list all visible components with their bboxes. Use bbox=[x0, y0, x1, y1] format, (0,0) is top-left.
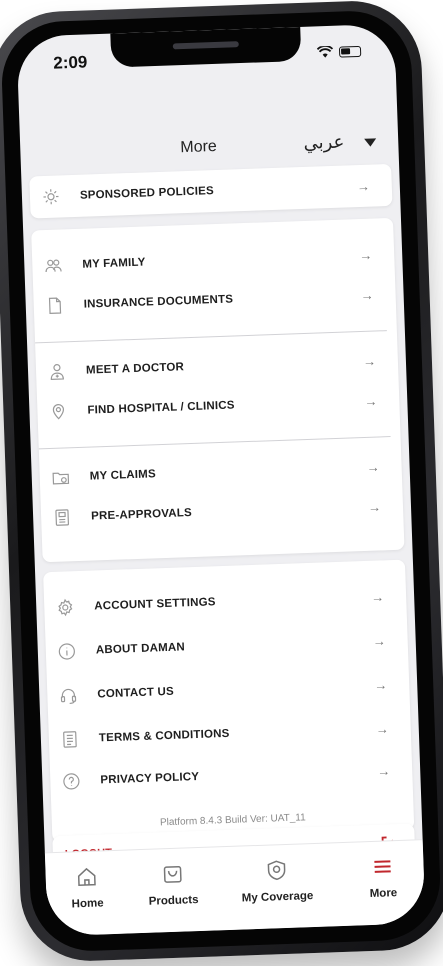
shield-icon bbox=[265, 859, 288, 882]
approval-card-icon bbox=[53, 508, 72, 527]
tab-label: More bbox=[369, 887, 398, 901]
info-icon bbox=[58, 642, 77, 661]
tab-home[interactable]: Home bbox=[41, 864, 133, 913]
app-screen: 2:09 More عربي SPONSORED POLICIES → MY F… bbox=[16, 23, 426, 937]
menu-item-label: FIND HOSPITAL / CLINICS bbox=[87, 399, 235, 417]
menu-item-label: ACCOUNT SETTINGS bbox=[94, 596, 216, 613]
headset-icon bbox=[59, 686, 78, 705]
menu-item-label: MY FAMILY bbox=[82, 256, 146, 271]
hamburger-menu-icon bbox=[371, 855, 394, 878]
menu-item-account-settings[interactable]: ACCOUNT SETTINGS → bbox=[44, 576, 407, 629]
menu-item-sponsored-policies[interactable]: SPONSORED POLICIES → bbox=[29, 165, 392, 218]
page-title: More bbox=[180, 137, 218, 157]
battery-icon bbox=[338, 45, 362, 58]
arrow-right-icon: → bbox=[372, 632, 386, 649]
chevron-down-icon[interactable] bbox=[364, 138, 377, 147]
menu-item-label: PRE-APPROVALS bbox=[90, 507, 193, 523]
status-time: 2:09 bbox=[52, 52, 88, 73]
terms-icon bbox=[61, 730, 80, 749]
gear-icon bbox=[56, 598, 75, 617]
phone-frame: 2:09 More عربي SPONSORED POLICIES → MY F… bbox=[0, 0, 443, 964]
location-pin-icon bbox=[49, 402, 68, 421]
language-toggle[interactable]: عربي bbox=[303, 131, 344, 153]
main-menu-card: MY FAMILY → INSURANCE DOCUMENTS → MEET A… bbox=[31, 217, 405, 563]
question-icon bbox=[62, 772, 81, 791]
menu-item-label: PRIVACY POLICY bbox=[100, 770, 200, 787]
products-bag-icon bbox=[161, 863, 184, 886]
sponsored-card: SPONSORED POLICIES → bbox=[29, 163, 393, 219]
sun-icon bbox=[42, 187, 61, 206]
home-icon bbox=[75, 866, 98, 889]
menu-item-about-daman[interactable]: ABOUT DAMAN → bbox=[45, 620, 408, 673]
tab-products[interactable]: Products bbox=[127, 861, 219, 910]
bottom-tab-bar: Home Products My Coverage More bbox=[44, 839, 426, 937]
doctor-icon bbox=[48, 362, 67, 381]
tab-my-coverage[interactable]: My Coverage bbox=[231, 858, 323, 907]
arrow-right-icon: → bbox=[367, 498, 382, 515]
settings-card: ACCOUNT SETTINGS → ABOUT DAMAN → CONTACT… bbox=[43, 559, 415, 843]
menu-item-label: CONTACT US bbox=[97, 685, 175, 701]
phone-bezel: 2:09 More عربي SPONSORED POLICIES → MY F… bbox=[0, 9, 443, 953]
menu-item-contact-us[interactable]: CONTACT US → bbox=[47, 664, 410, 717]
menu-item-label: INSURANCE DOCUMENTS bbox=[83, 293, 234, 311]
claims-folder-icon bbox=[51, 468, 70, 487]
arrow-right-icon: → bbox=[358, 247, 373, 263]
family-icon bbox=[44, 256, 63, 275]
menu-item-label: MY CLAIMS bbox=[89, 468, 157, 483]
header: More عربي bbox=[20, 128, 399, 171]
arrow-right-icon: → bbox=[360, 287, 374, 303]
arrow-right-icon: → bbox=[366, 458, 380, 475]
menu-item-label: MEET A DOCTOR bbox=[85, 361, 185, 377]
menu-item-label: SPONSORED POLICIES bbox=[79, 185, 215, 202]
arrow-right-icon: → bbox=[356, 178, 371, 194]
tab-label: My Coverage bbox=[241, 890, 314, 905]
arrow-right-icon: → bbox=[362, 353, 377, 369]
arrow-right-icon: → bbox=[375, 720, 389, 737]
arrow-right-icon: → bbox=[364, 393, 378, 409]
wifi-icon bbox=[316, 45, 334, 59]
tab-label: Home bbox=[71, 897, 104, 911]
tab-more[interactable]: More bbox=[337, 854, 425, 903]
tab-label: Products bbox=[148, 894, 199, 908]
arrow-right-icon: → bbox=[376, 762, 391, 779]
document-icon bbox=[45, 296, 64, 315]
status-bar: 2:09 bbox=[17, 42, 396, 79]
menu-item-label: TERMS & CONDITIONS bbox=[98, 727, 230, 745]
menu-item-label: ABOUT DAMAN bbox=[95, 641, 186, 657]
arrow-right-icon: → bbox=[373, 676, 388, 693]
status-icons bbox=[316, 45, 362, 59]
arrow-right-icon: → bbox=[370, 588, 385, 605]
